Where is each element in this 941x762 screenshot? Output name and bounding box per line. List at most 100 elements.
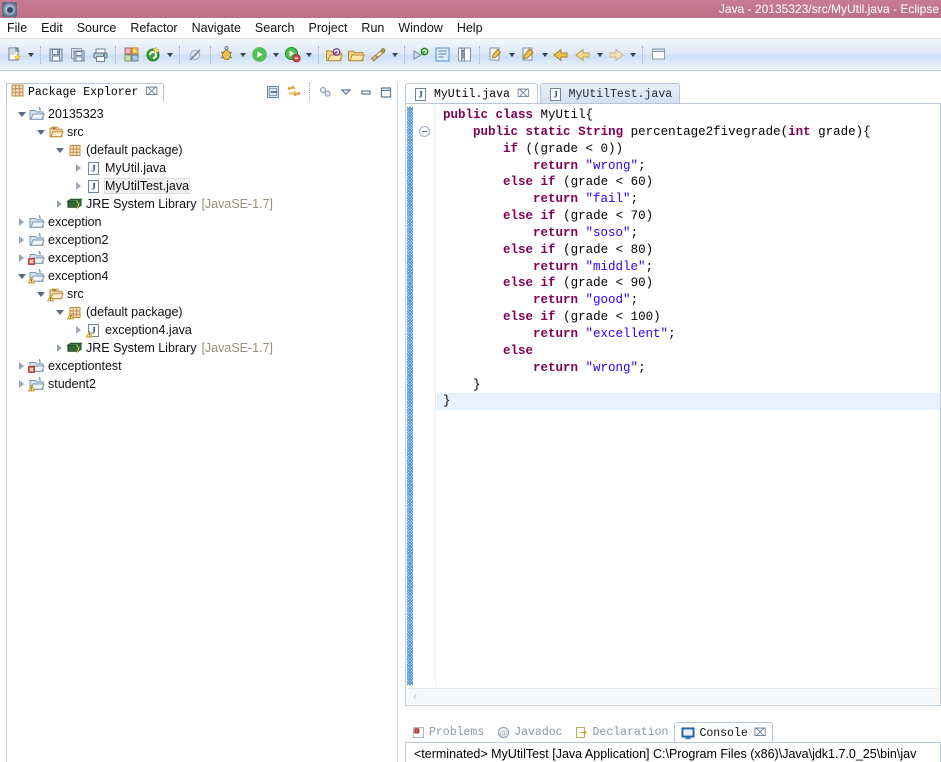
twisty-collapsed-icon[interactable] xyxy=(72,321,85,339)
debug-icon[interactable] xyxy=(215,43,237,67)
tree-item[interactable]: JRE System Library [JavaSE-1.7] xyxy=(7,195,397,213)
twisty-expanded-icon[interactable] xyxy=(15,105,28,123)
tree-item[interactable]: J MyUtil.java xyxy=(7,159,397,177)
toggle-mark-occurrences-icon active[interactable] xyxy=(431,43,453,67)
console-tab-console[interactable]: Console ⌧ xyxy=(674,722,774,743)
twisty-collapsed-icon[interactable] xyxy=(72,159,85,177)
tree-item[interactable]: (default package) xyxy=(7,303,397,321)
console-tab-declaration[interactable]: Declaration xyxy=(569,722,675,743)
tree-item[interactable]: (default package) xyxy=(7,141,397,159)
menu-item-refactor[interactable]: Refactor xyxy=(123,18,184,38)
code-line[interactable]: else if (grade < 80) xyxy=(437,242,940,259)
tree-item[interactable]: J MyUtilTest.java xyxy=(7,177,397,195)
editor-horizontal-scrollbar[interactable]: ‹ xyxy=(407,688,939,704)
open-type-icon[interactable] xyxy=(323,43,345,67)
editor-tab-myutiltest-java[interactable]: J MyUtilTest.java xyxy=(539,83,681,104)
console-tab-javadoc[interactable]: @ Javadoc xyxy=(490,722,568,743)
menu-item-project[interactable]: Project xyxy=(302,18,355,38)
last-edit-location-icon[interactable] xyxy=(484,43,506,67)
tree-item[interactable]: exception xyxy=(7,213,397,231)
back-dropdown-icon[interactable] xyxy=(594,43,605,67)
run-icon[interactable] xyxy=(248,43,270,67)
menu-item-edit[interactable]: Edit xyxy=(34,18,70,38)
back-icon[interactable] xyxy=(550,43,572,67)
scroll-left-icon[interactable]: ‹ xyxy=(407,691,423,703)
menu-item-help[interactable]: Help xyxy=(450,18,490,38)
code-line[interactable]: if ((grade < 0)) xyxy=(437,141,940,158)
toggle-block-selection-icon[interactable] xyxy=(453,43,475,67)
tree-item[interactable]: exception2 xyxy=(7,231,397,249)
code-line[interactable]: else if (grade < 90) xyxy=(437,275,940,292)
close-icon[interactable]: ⌧ xyxy=(145,85,158,99)
forward-dropdown-icon[interactable] xyxy=(627,43,638,67)
new-java-class-icon[interactable] xyxy=(142,43,164,67)
external-tools-dropdown-icon[interactable] xyxy=(303,43,314,67)
new-java-class-dropdown-icon[interactable] xyxy=(164,43,175,67)
twisty-collapsed-icon[interactable] xyxy=(53,195,66,213)
code-line[interactable]: else if (grade < 60) xyxy=(437,174,940,191)
previous-annotation-icon[interactable] xyxy=(517,43,539,67)
code-line[interactable]: return "good"; xyxy=(437,292,940,309)
tree-item[interactable]: src xyxy=(7,123,397,141)
tree-item[interactable]: Jexception4.java xyxy=(7,321,397,339)
console-tab-problems[interactable]: Problems xyxy=(405,722,490,743)
code-line[interactable]: public static String percentage2fivegrad… xyxy=(437,124,940,141)
tree-item[interactable]: exception3 xyxy=(7,249,397,267)
last-edit-dropdown-icon[interactable] xyxy=(506,43,517,67)
console-panel[interactable]: <terminated> MyUtilTest [Java Applicatio… xyxy=(405,742,941,762)
tree-item[interactable]: student2 xyxy=(7,375,397,393)
save-icon[interactable] xyxy=(45,43,67,67)
menu-item-navigate[interactable]: Navigate xyxy=(185,18,248,38)
menu-item-source[interactable]: Source xyxy=(70,18,124,38)
code-line[interactable]: else if (grade < 100) xyxy=(437,309,940,326)
twisty-expanded-icon[interactable] xyxy=(34,285,47,303)
code-line[interactable]: } xyxy=(437,377,940,394)
twisty-expanded-icon[interactable] xyxy=(53,141,66,159)
skip-breakpoints-icon[interactable] xyxy=(184,43,206,67)
tab-package-explorer[interactable]: Package Explorer ⌧ xyxy=(6,82,165,102)
twisty-expanded-icon[interactable] xyxy=(15,267,28,285)
link-with-editor-icon[interactable] xyxy=(285,84,302,100)
code-line[interactable]: else if (grade < 70) xyxy=(437,208,940,225)
menu-item-file[interactable]: File xyxy=(0,18,34,38)
menu-item-search[interactable]: Search xyxy=(248,18,302,38)
menu-item-run[interactable]: Run xyxy=(354,18,391,38)
twisty-collapsed-icon[interactable] xyxy=(53,339,66,357)
twisty-collapsed-icon[interactable] xyxy=(15,375,28,393)
focus-on-active-task-icon[interactable] xyxy=(317,84,334,100)
close-icon[interactable]: ⌧ xyxy=(517,87,530,101)
code-line[interactable]: return "middle"; xyxy=(437,259,940,276)
annotation-ruler[interactable] xyxy=(406,104,414,687)
close-icon[interactable]: ⌧ xyxy=(754,726,767,740)
code-line[interactable]: else xyxy=(437,343,940,360)
folding-ruler[interactable] xyxy=(414,104,436,687)
debug-dropdown-icon[interactable] xyxy=(237,43,248,67)
fold-collapse-icon[interactable] xyxy=(419,126,430,137)
code-line[interactable]: } xyxy=(437,393,940,411)
twisty-collapsed-icon[interactable] xyxy=(15,213,28,231)
tree-item[interactable]: src xyxy=(7,285,397,303)
minimize-icon[interactable] xyxy=(357,84,374,100)
tree-item[interactable]: JRE System Library [JavaSE-1.7] xyxy=(7,339,397,357)
view-menu-icon[interactable] xyxy=(337,84,354,100)
search-icon[interactable] xyxy=(367,43,389,67)
tree-item[interactable]: exception4 xyxy=(7,267,397,285)
menu-item-window[interactable]: Window xyxy=(391,18,449,38)
search-dropdown-icon[interactable] xyxy=(389,43,400,67)
tree-item[interactable]: exceptiontest xyxy=(7,357,397,375)
code-line[interactable]: return "wrong"; xyxy=(437,360,940,377)
code-editor[interactable]: public class MyUtil{ public static Strin… xyxy=(405,103,941,706)
project-tree[interactable]: 20135323 src (default package) J MyUtil.java… xyxy=(7,102,397,762)
twisty-collapsed-icon[interactable] xyxy=(15,231,28,249)
code-line[interactable]: return "wrong"; xyxy=(437,158,940,175)
twisty-collapsed-icon[interactable] xyxy=(72,177,85,195)
code-content[interactable]: public class MyUtil{ public static Strin… xyxy=(437,104,940,687)
twisty-expanded-icon[interactable] xyxy=(53,303,66,321)
twisty-collapsed-icon[interactable] xyxy=(15,249,28,267)
save-all-icon[interactable] xyxy=(67,43,89,67)
new-wizard-dropdown-icon[interactable] xyxy=(25,43,36,67)
next-annotation-icon[interactable] xyxy=(409,43,431,67)
external-tools-icon[interactable] xyxy=(281,43,303,67)
editor-tab-myutil-java[interactable]: J MyUtil.java ⌧ xyxy=(405,83,538,104)
twisty-expanded-icon[interactable] xyxy=(34,123,47,141)
